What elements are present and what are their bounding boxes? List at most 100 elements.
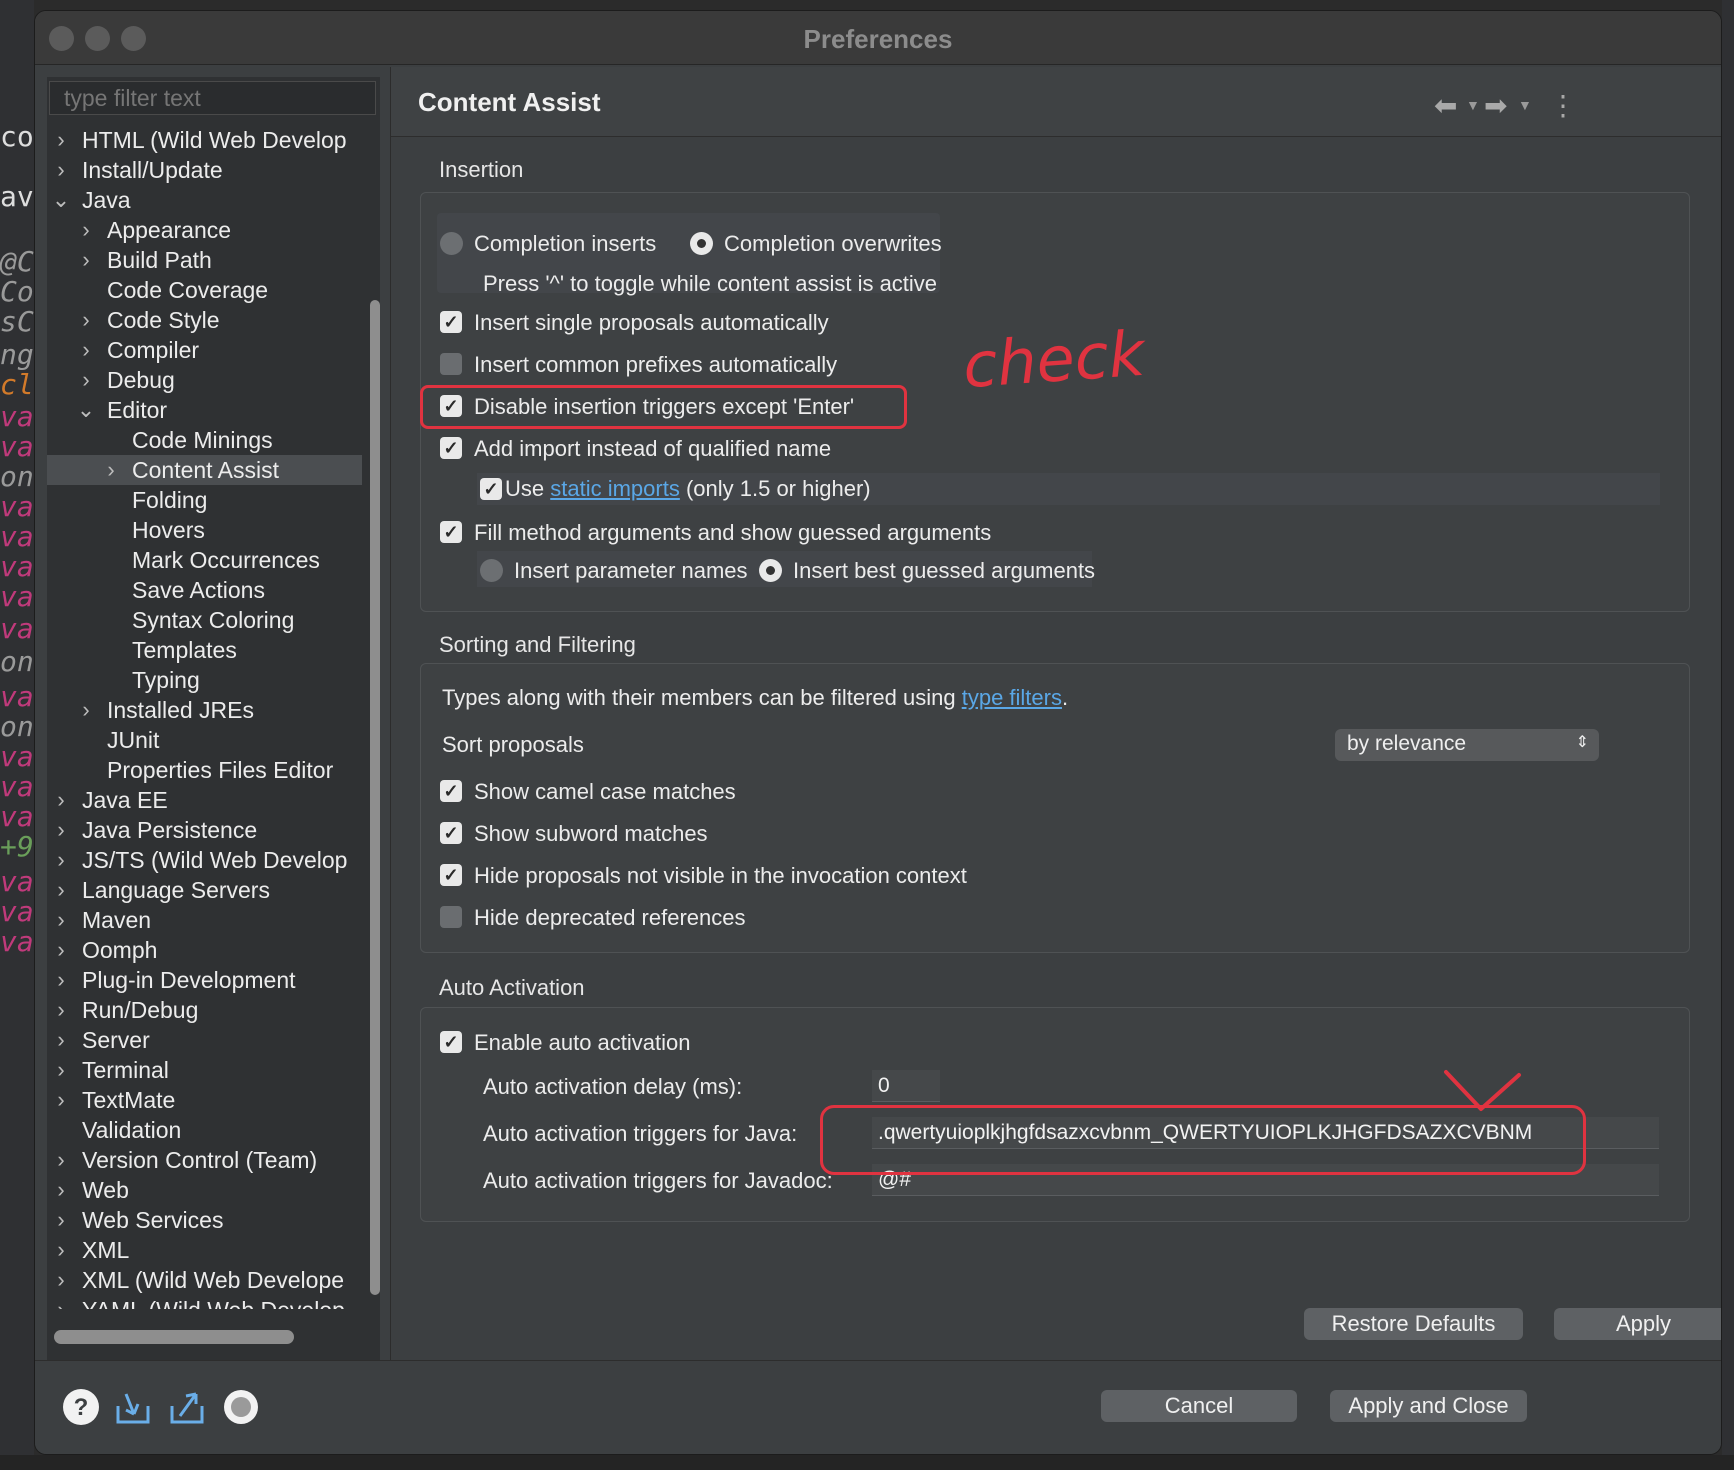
tree-item[interactable]: › Language Servers: [47, 875, 362, 905]
enable-auto-activation-label[interactable]: Enable auto activation: [474, 1030, 691, 1056]
best-guessed-label[interactable]: Insert best guessed arguments: [793, 558, 1095, 584]
restore-defaults-button[interactable]: Restore Defaults: [1304, 1308, 1523, 1340]
tree-item[interactable]: › Server: [47, 1025, 362, 1055]
tree-item[interactable]: › Terminal: [47, 1055, 362, 1085]
static-imports-checkbox[interactable]: ✓: [480, 478, 502, 500]
tree-item[interactable]: Hovers: [47, 515, 362, 545]
hide-not-visible-checkbox[interactable]: ✓: [440, 864, 462, 886]
completion-inserts-label[interactable]: Completion inserts: [474, 231, 656, 257]
tree-item[interactable]: › Compiler: [47, 335, 362, 365]
tree-item[interactable]: Code Coverage: [47, 275, 362, 305]
tree-item[interactable]: › Build Path: [47, 245, 362, 275]
tree-item[interactable]: Mark Occurrences: [47, 545, 362, 575]
tree-item[interactable]: ⌄ Editor: [47, 395, 362, 425]
tree-item[interactable]: › Run/Debug: [47, 995, 362, 1025]
common-prefixes-checkbox[interactable]: ✓: [440, 353, 462, 375]
chevron-right-icon[interactable]: ›: [51, 129, 71, 155]
param-names-radio[interactable]: [480, 559, 503, 582]
tree-item[interactable]: Save Actions: [47, 575, 362, 605]
tree-item[interactable]: ⌄ Java: [47, 185, 362, 215]
chevron-right-icon[interactable]: ›: [76, 215, 96, 245]
chevron-right-icon[interactable]: ›: [101, 455, 121, 485]
tree-item[interactable]: › Debug: [47, 365, 362, 395]
hide-deprecated-label[interactable]: Hide deprecated references: [474, 905, 746, 931]
single-proposals-checkbox[interactable]: ✓: [440, 311, 462, 333]
camel-case-label[interactable]: Show camel case matches: [474, 779, 736, 805]
chevron-right-icon[interactable]: ›: [51, 845, 71, 875]
chevron-right-icon[interactable]: ›: [51, 1295, 71, 1309]
tree-item[interactable]: › Oomph: [47, 935, 362, 965]
chevron-right-icon[interactable]: ›: [76, 695, 96, 725]
tree-item[interactable]: › HTML (Wild Web Develop: [47, 129, 362, 155]
hide-not-visible-label[interactable]: Hide proposals not visible in the invoca…: [474, 863, 967, 889]
chevron-right-icon[interactable]: ›: [51, 1055, 71, 1085]
tree-item[interactable]: Code Minings: [47, 425, 362, 455]
chevron-right-icon[interactable]: ›: [51, 785, 71, 815]
import-icon[interactable]: [114, 1388, 152, 1426]
completion-inserts-radio[interactable]: [440, 232, 463, 255]
chevron-right-icon[interactable]: ›: [76, 335, 96, 365]
apply-button[interactable]: Apply: [1554, 1308, 1721, 1340]
chevron-right-icon[interactable]: ›: [51, 1205, 71, 1235]
enable-auto-activation-checkbox[interactable]: ✓: [440, 1031, 462, 1053]
chevron-right-icon[interactable]: ›: [51, 1235, 71, 1265]
chevron-right-icon[interactable]: ›: [51, 1145, 71, 1175]
view-menu-icon[interactable]: ⋮: [1549, 89, 1577, 122]
subword-label[interactable]: Show subword matches: [474, 821, 708, 847]
chevron-down-icon[interactable]: ⌄: [51, 185, 71, 215]
chevron-right-icon[interactable]: ›: [51, 1025, 71, 1055]
chevron-right-icon[interactable]: ›: [51, 1175, 71, 1205]
tree-horizontal-scrollbar[interactable]: [54, 1330, 294, 1344]
tree-item[interactable]: Syntax Coloring: [47, 605, 362, 635]
camel-case-checkbox[interactable]: ✓: [440, 780, 462, 802]
export-icon[interactable]: [168, 1388, 206, 1426]
tree-item[interactable]: › Java EE: [47, 785, 362, 815]
tree-item[interactable]: › Plug-in Development: [47, 965, 362, 995]
chevron-right-icon[interactable]: ›: [51, 935, 71, 965]
fill-args-checkbox[interactable]: ✓: [440, 521, 462, 543]
tree-item[interactable]: › XML: [47, 1235, 362, 1265]
subword-checkbox[interactable]: ✓: [440, 822, 462, 844]
chevron-down-icon[interactable]: ⌄: [76, 395, 96, 425]
tree-item[interactable]: › Code Style: [47, 305, 362, 335]
tree-item[interactable]: Validation: [47, 1115, 362, 1145]
tree-item[interactable]: › Content Assist: [47, 455, 362, 485]
tree-item[interactable]: › Appearance: [47, 215, 362, 245]
sort-proposals-select[interactable]: by relevance ⇕: [1335, 729, 1599, 761]
filter-input[interactable]: [49, 81, 376, 115]
tree-item[interactable]: Templates: [47, 635, 362, 665]
type-filters-link[interactable]: type filters: [962, 685, 1062, 710]
back-dropdown-icon[interactable]: ▼: [1466, 97, 1480, 113]
fill-args-label[interactable]: Fill method arguments and show guessed a…: [474, 520, 991, 546]
chevron-right-icon[interactable]: ›: [51, 875, 71, 905]
tree-item[interactable]: › Maven: [47, 905, 362, 935]
tree-item[interactable]: Properties Files Editor: [47, 755, 362, 785]
tree-item[interactable]: Folding: [47, 485, 362, 515]
cancel-button[interactable]: Cancel: [1101, 1390, 1297, 1422]
add-import-label[interactable]: Add import instead of qualified name: [474, 436, 831, 462]
apply-and-close-button[interactable]: Apply and Close: [1330, 1390, 1527, 1422]
tree-item[interactable]: › JS/TS (Wild Web Develop: [47, 845, 362, 875]
static-imports-link[interactable]: static imports: [550, 476, 680, 501]
chevron-right-icon[interactable]: ›: [51, 1265, 71, 1295]
tree-item[interactable]: › Version Control (Team): [47, 1145, 362, 1175]
tree-item[interactable]: JUnit: [47, 725, 362, 755]
chevron-right-icon[interactable]: ›: [76, 365, 96, 395]
back-arrow-icon[interactable]: ⬅: [1434, 89, 1457, 122]
common-prefixes-label[interactable]: Insert common prefixes automatically: [474, 352, 837, 378]
help-icon[interactable]: ?: [62, 1388, 100, 1426]
best-guessed-radio[interactable]: [759, 559, 782, 582]
tree-item[interactable]: › Web Services: [47, 1205, 362, 1235]
completion-overwrites-radio[interactable]: [690, 232, 713, 255]
forward-arrow-icon[interactable]: ➡: [1484, 89, 1507, 122]
completion-overwrites-label[interactable]: Completion overwrites: [724, 231, 942, 257]
tree-item[interactable]: Typing: [47, 665, 362, 695]
chevron-right-icon[interactable]: ›: [76, 245, 96, 275]
chevron-right-icon[interactable]: ›: [51, 965, 71, 995]
chevron-right-icon[interactable]: ›: [51, 995, 71, 1025]
chevron-right-icon[interactable]: ›: [51, 905, 71, 935]
tree-item[interactable]: › XML (Wild Web Develope: [47, 1265, 362, 1295]
chevron-right-icon[interactable]: ›: [51, 155, 71, 185]
delay-input[interactable]: 0: [872, 1070, 940, 1102]
param-names-label[interactable]: Insert parameter names: [514, 558, 748, 584]
